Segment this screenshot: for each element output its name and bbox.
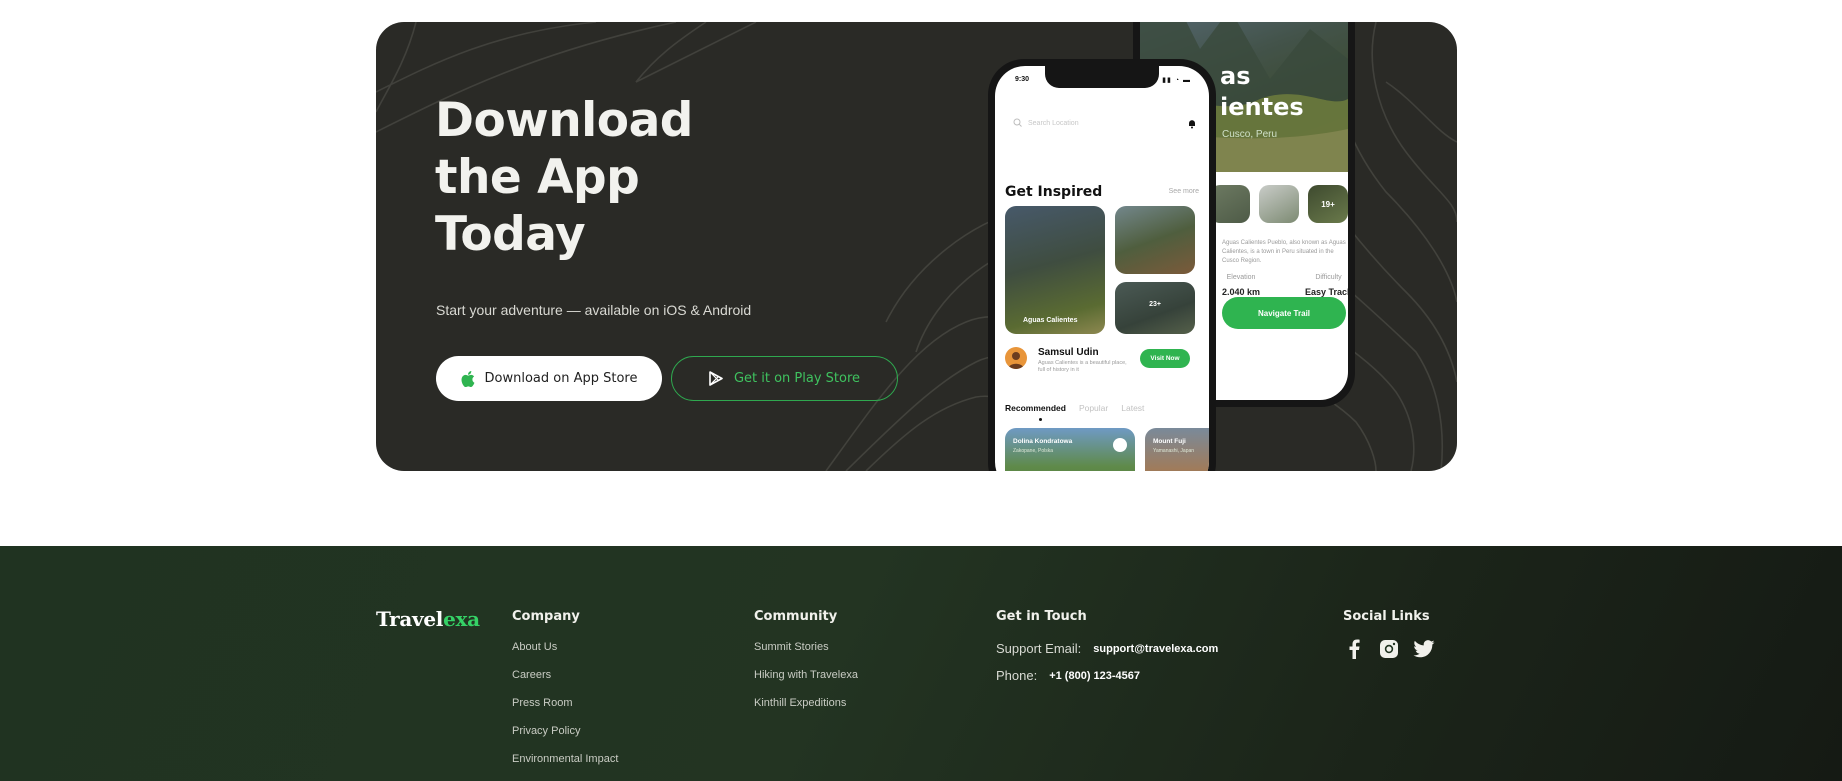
banner-title-line-3: Today [435,207,586,262]
destination-location: Cusco, Peru [1222,129,1278,140]
inspiration-card-main[interactable]: Aguas Calientes [1005,206,1105,334]
footer-community-column: Community Summit Stories Hiking with Tra… [754,609,858,725]
stat-value: 2.040 km [1222,287,1261,297]
footer-company-column: Company About Us Careers Press Room Priv… [512,609,618,781]
phone-notch [1045,66,1159,88]
contact-heading: Get in Touch [996,609,1087,624]
app-store-button[interactable]: Download on App Store [436,356,662,401]
gallery-thumb[interactable] [1210,185,1250,223]
apple-icon [461,370,475,387]
status-time: 9:30 [1015,76,1030,83]
phone-number-link[interactable]: +1 (800) 123-4567 [1049,670,1140,682]
footer-social-column: Social Links [1343,609,1435,660]
stat-value: Easy Track [1304,287,1348,297]
destination-title: as ientes [1220,61,1304,123]
phone-label: Phone: [996,668,1038,683]
gallery-thumb[interactable] [1259,185,1299,223]
footer-contact-column: Get in Touch Support Email: support@trav… [996,609,1218,695]
bookmark-icon[interactable] [1113,438,1127,452]
play-store-label: Get it on Play Store [733,371,861,386]
avatar [1005,347,1027,369]
footer-link-hiking-with-travelexa[interactable]: Hiking with Travelexa [754,669,858,681]
app-download-banner: Download the App Today Start your advent… [376,22,1457,471]
rec-card-title: Dolina Kondratowa [1013,438,1073,445]
search-bar[interactable]: Search Location [1013,116,1173,130]
gallery-thumbnails: 19+ [1210,185,1348,223]
social-heading: Social Links [1343,609,1430,624]
tab-popular[interactable]: Popular [1079,403,1108,413]
community-heading: Community [754,609,838,624]
stat-elevation: Elevation 2.040 km [1222,274,1260,297]
footer-link-summit-stories[interactable]: Summit Stories [754,641,858,653]
footer-link-privacy-policy[interactable]: Privacy Policy [512,725,618,737]
card-main-label: Aguas Calientes [1023,317,1078,324]
brand-logo[interactable]: Travelexa [376,607,480,631]
banner-title-line-1: Download [435,93,693,148]
inspiration-card-more[interactable]: 23+ [1115,282,1195,334]
status-icons: ▮▮ ◔ ▬ [1162,77,1191,84]
recommended-card[interactable]: Dolina Kondratowa Zakopane, Polska [1005,428,1135,471]
gallery-thumb-more[interactable]: 19+ [1308,185,1348,223]
destination-title-line-1: as [1220,62,1251,90]
company-heading: Company [512,609,580,624]
facebook-icon[interactable] [1343,638,1365,660]
active-tab-indicator [1039,418,1042,421]
inspiration-card[interactable] [1115,206,1195,274]
play-store-icon [709,371,724,386]
rec-card-location: Zakopane, Polska [1013,448,1054,454]
navigate-trail-button[interactable]: Navigate Trail [1222,297,1346,329]
get-inspired-heading: Get Inspired [1005,184,1103,200]
footer-link-careers[interactable]: Careers [512,669,618,681]
phone-mockup-front: 9:30 ▮▮ ◔ ▬ Search Location Get Inspired… [988,59,1216,471]
contact-phone-row: Phone: +1 (800) 123-4567 [996,668,1218,683]
recommended-card[interactable]: Mount Fuji Yamanashi, Japan [1145,428,1209,471]
footer-link-press-room[interactable]: Press Room [512,697,618,709]
tab-recommended[interactable]: Recommended [1005,403,1066,413]
card-more-count: 23+ [1149,301,1161,308]
destination-title-line-2: ientes [1220,93,1304,121]
gallery-more-count: 19+ [1321,199,1335,209]
site-footer: Travelexa Company About Us Careers Press… [0,546,1842,781]
search-icon [1013,118,1022,129]
footer-link-about-us[interactable]: About Us [512,641,618,653]
banner-subtitle: Start your adventure — available on iOS … [436,302,752,318]
rec-card-location: Yamanashi, Japan [1153,448,1195,454]
phone-front-screen: 9:30 ▮▮ ◔ ▬ Search Location Get Inspired… [995,66,1209,471]
email-label: Support Email: [996,641,1082,656]
app-store-label: Download on App Store [484,371,638,386]
stat-key: Elevation [1226,274,1256,281]
logo-main: Travel [376,607,444,631]
destination-description: Aguas Calientes Pueblo, also known as Ag… [1222,240,1346,264]
bell-icon[interactable] [1187,116,1197,129]
banner-title: Download the App Today [435,92,795,263]
play-store-button[interactable]: Get it on Play Store [671,356,898,401]
twitter-icon[interactable] [1413,638,1435,660]
social-links [1343,638,1435,660]
stat-key: Difficulty [1315,274,1342,281]
recommendation-tabs: Recommended Popular Latest [1005,403,1144,413]
footer-link-environmental-impact[interactable]: Environmental Impact [512,753,618,765]
see-more-link[interactable]: See more [1169,188,1199,195]
user-description: Aguas Calientes is a beautiful place, fu… [1038,360,1127,373]
trail-stats: Elevation 2.040 km Difficulty Easy Track [1222,274,1348,297]
logo-accent: exa [443,607,480,631]
visit-now-button[interactable]: Visit Now [1140,349,1190,368]
support-email-link[interactable]: support@travelexa.com [1093,643,1218,655]
stat-difficulty: Difficulty Easy Track [1305,274,1348,297]
user-name: Samsul Udin [1038,347,1099,358]
search-placeholder: Search Location [1028,119,1079,127]
footer-link-kinthill-expeditions[interactable]: Kinthill Expeditions [754,697,858,709]
contact-email-row: Support Email: support@travelexa.com [996,641,1218,656]
tab-latest[interactable]: Latest [1121,403,1144,413]
rec-card-title: Mount Fuji [1153,438,1186,445]
banner-title-line-2: the App [435,150,640,205]
user-recommendation: Samsul Udin Aguas Calientes is a beautif… [1005,347,1205,377]
instagram-icon[interactable] [1378,638,1400,660]
